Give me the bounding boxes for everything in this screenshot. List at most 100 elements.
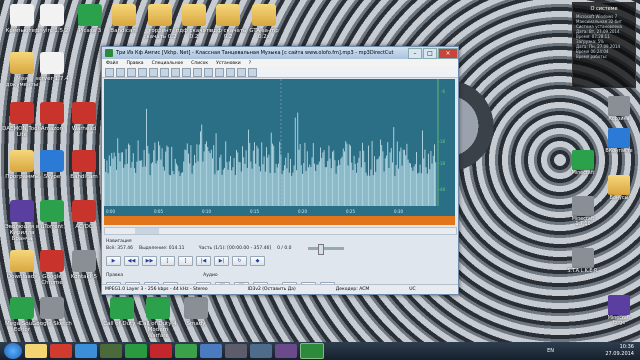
goto-end-button[interactable]: ▶| <box>214 256 229 266</box>
language-indicator[interactable]: EN <box>547 348 554 354</box>
desktop-icon[interactable]: ВКонтакте <box>602 128 636 154</box>
amazon-icon <box>40 102 64 124</box>
bandicam-icon <box>72 150 96 172</box>
skype-icon <box>40 150 64 172</box>
zoom-out-icon[interactable] <box>237 67 246 77</box>
volume-slider[interactable] <box>307 244 344 255</box>
desktop-icon[interactable]: tinyirc 1.5.2 <box>32 4 72 34</box>
zoom-in-icon[interactable] <box>226 67 235 77</box>
cut-icon[interactable] <box>127 67 136 77</box>
selection-icon[interactable] <box>248 67 257 77</box>
start-button[interactable] <box>4 343 22 359</box>
app-taskbar-icon[interactable] <box>275 344 297 358</box>
db-label: -48 <box>438 187 445 192</box>
loop-button[interactable]: ↻ <box>232 256 247 266</box>
app-taskbar-icon[interactable] <box>250 344 272 358</box>
app-taskbar-icon[interactable] <box>150 344 172 358</box>
folder-icon <box>182 4 206 26</box>
menu-bar: Файл Правка Специальное Список Установки… <box>102 59 458 67</box>
maximize-button[interactable]: □ <box>423 47 437 59</box>
minecraft-forge-icon <box>608 295 630 315</box>
status-decoder: Декодер: ACM <box>335 287 370 292</box>
prev-button[interactable]: ◀◀ <box>124 256 139 266</box>
mark-button[interactable]: ◆ <box>250 256 265 266</box>
play-button[interactable]: ▶ <box>106 256 121 266</box>
game-icon <box>572 248 594 268</box>
desktop-icon[interactable]: Call of Duty 4 <box>102 297 142 327</box>
desktop-icon[interactable]: Call of Duty 4 Modern Warfare <box>138 297 178 339</box>
desktop-icon[interactable]: Bandicam <box>64 150 104 180</box>
normalize-icon[interactable] <box>204 67 213 77</box>
desktop-icon[interactable]: Minecraft 1.7.10 <box>566 196 600 228</box>
desktop-icon[interactable]: Warhead <box>64 102 104 132</box>
folder-icon <box>10 52 34 74</box>
open-icon[interactable] <box>105 67 114 77</box>
db-label: -6 <box>441 89 445 94</box>
chrome-taskbar-icon[interactable] <box>75 344 97 358</box>
ruler-tick: 0:15 <box>250 209 259 214</box>
close-button[interactable]: × <box>438 47 458 59</box>
menu-edit[interactable]: Правка <box>126 61 143 66</box>
db-label: -18 <box>438 161 445 166</box>
app-taskbar-icon[interactable] <box>225 344 247 358</box>
fade-icon[interactable] <box>215 67 224 77</box>
sound-editor-icon <box>10 297 34 319</box>
desktop-icon[interactable]: S.T.A.L.K.E.R. <box>566 248 600 274</box>
gadget-title: О системе <box>590 6 618 12</box>
app-icon <box>72 200 96 222</box>
next-button[interactable]: ▶▶ <box>142 256 157 266</box>
desktop-icon[interactable]: Google Sketch <box>32 297 72 327</box>
desktop-icon[interactable]: Корзина <box>602 96 636 122</box>
desktop-icon[interactable]: Бонусы <box>602 175 636 201</box>
desktop-icon[interactable]: Kontakt 5 <box>64 250 104 280</box>
split-icon[interactable] <box>193 67 202 77</box>
goto-start-button[interactable]: |◀ <box>196 256 211 266</box>
desktop-icon[interactable]: пдф скачать 0.2 <box>208 4 248 40</box>
explorer-taskbar-icon[interactable] <box>25 344 47 358</box>
cue-icon[interactable] <box>182 67 191 77</box>
copy-icon[interactable] <box>138 67 147 77</box>
desktop-icon[interactable]: AC/DC <box>64 200 104 230</box>
selection-bar[interactable] <box>104 216 455 225</box>
menu-special[interactable]: Специальное <box>152 61 184 66</box>
clock-date: 27.09.2014 <box>605 350 634 357</box>
menu-file[interactable]: Файл <box>106 61 118 66</box>
vk-taskbar-icon[interactable] <box>100 344 122 358</box>
paste-icon[interactable] <box>149 67 158 77</box>
window-titlebar[interactable]: Три Из Кф Амгис [Vkhp. Net] - Классная Т… <box>102 47 458 59</box>
menu-list[interactable]: Список <box>191 61 208 66</box>
desktop-icon[interactable]: Smady <box>176 297 216 327</box>
desktop-icon[interactable]: GTA sa-mp 0.2x <box>244 4 284 40</box>
counter: 0 / 0.0 <box>277 246 292 251</box>
folder-icon <box>252 4 276 26</box>
minecraft-icon <box>572 196 594 216</box>
menu-help[interactable]: ? <box>249 61 251 66</box>
system-info-gadget: О системе Microsoft Windows 7 Максимальн… <box>572 2 636 88</box>
desktop-icon[interactable]: server 1.7.4 <box>32 52 72 82</box>
kontakt-icon <box>72 250 96 272</box>
app-taskbar-icon[interactable] <box>125 344 147 358</box>
clock[interactable]: 10:36 27.09.2014 <box>605 344 634 357</box>
daemon-tools-icon <box>10 102 34 124</box>
status-uc: UC <box>409 287 416 292</box>
taskbar: EN 10:36 27.09.2014 <box>0 342 640 360</box>
delete-icon[interactable] <box>160 67 169 77</box>
horizontal-scrollbar[interactable] <box>104 227 457 235</box>
start-marker-button[interactable]: [ <box>160 256 175 266</box>
end-marker-button[interactable]: ] <box>178 256 193 266</box>
waveform-view[interactable]: -6 -18 -18 -48 0:00 0:05 0:10 0:15 0:20 … <box>104 79 455 225</box>
status-id3: ID3v2 (Оставить Да) <box>247 287 296 292</box>
save-icon[interactable] <box>116 67 125 77</box>
mp3directcut-taskbar-icon[interactable] <box>300 343 324 359</box>
undo-icon[interactable] <box>171 67 180 77</box>
desktop-icon[interactable]: Bandicam <box>104 4 144 34</box>
minimize-button[interactable]: – <box>408 47 422 59</box>
desktop-icon[interactable]: Minecraft forge <box>602 295 636 327</box>
chrome-icon <box>40 250 64 272</box>
scrollbar-thumb[interactable] <box>135 228 159 234</box>
menu-settings[interactable]: Установки <box>216 61 241 66</box>
app-taskbar-icon[interactable] <box>200 344 222 358</box>
desktop-icon[interactable]: Minecraft <box>566 150 600 176</box>
opera-taskbar-icon[interactable] <box>50 344 72 358</box>
utorrent-taskbar-icon[interactable] <box>175 344 197 358</box>
